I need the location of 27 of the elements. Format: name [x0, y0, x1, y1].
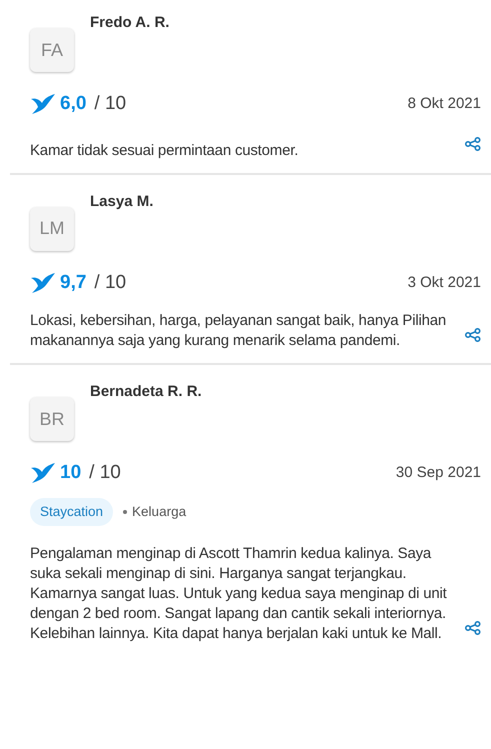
- avatar: FA: [30, 28, 74, 72]
- score: 6,0: [60, 92, 86, 116]
- bird-logo-icon: [30, 93, 56, 116]
- review-date: 8 Okt 2021: [408, 94, 481, 114]
- score: 9,7: [60, 270, 86, 294]
- review-text: Lokasi, kebersihan, harga, pelayanan sangat baik, hanya Pilihan makanannya saja yang kurang menarik selama pandemi.: [30, 311, 448, 351]
- score-scale: / 10: [94, 92, 126, 116]
- review-text: Kamar tidak sesuai permintaan customer.: [30, 140, 300, 160]
- share-icon[interactable]: [465, 137, 481, 152]
- review-date: 30 Sep 2021: [396, 463, 481, 483]
- reviewer-name: Lasya M.: [90, 192, 154, 212]
- bullet-icon: [123, 510, 128, 514]
- review-date: 3 Okt 2021: [408, 272, 481, 292]
- traveler-type: Keluarga: [132, 502, 186, 521]
- share-icon[interactable]: [465, 620, 481, 635]
- reviewer-name: Fredo A. R.: [90, 13, 170, 33]
- score-scale: / 10: [94, 270, 126, 294]
- share-icon[interactable]: [465, 328, 481, 342]
- score-scale: / 10: [89, 461, 121, 485]
- avatar: LM: [30, 206, 74, 250]
- bird-logo-icon: [30, 272, 56, 294]
- score: 10: [60, 461, 82, 485]
- bird-logo-icon: [30, 462, 56, 484]
- avatar: BR: [30, 397, 74, 441]
- review-text: Pengalaman menginap di Ascott Thamrin kedua kalinya. Saya suka sekali menginap di sini. Harganya sangat terjangkau. Kamarnya sangat luas. Untuk yang kedua saya menginap di unit dengan 2 bed room. Sangat lapang dan cantik sekali interiornya. Kelebihan lainnya. Kita dapat hanya berjalan kaki untuk ke Mall.: [30, 544, 448, 644]
- reviewer-name: Bernadeta R. R.: [90, 382, 202, 402]
- trip-tag: Staycation: [30, 498, 114, 526]
